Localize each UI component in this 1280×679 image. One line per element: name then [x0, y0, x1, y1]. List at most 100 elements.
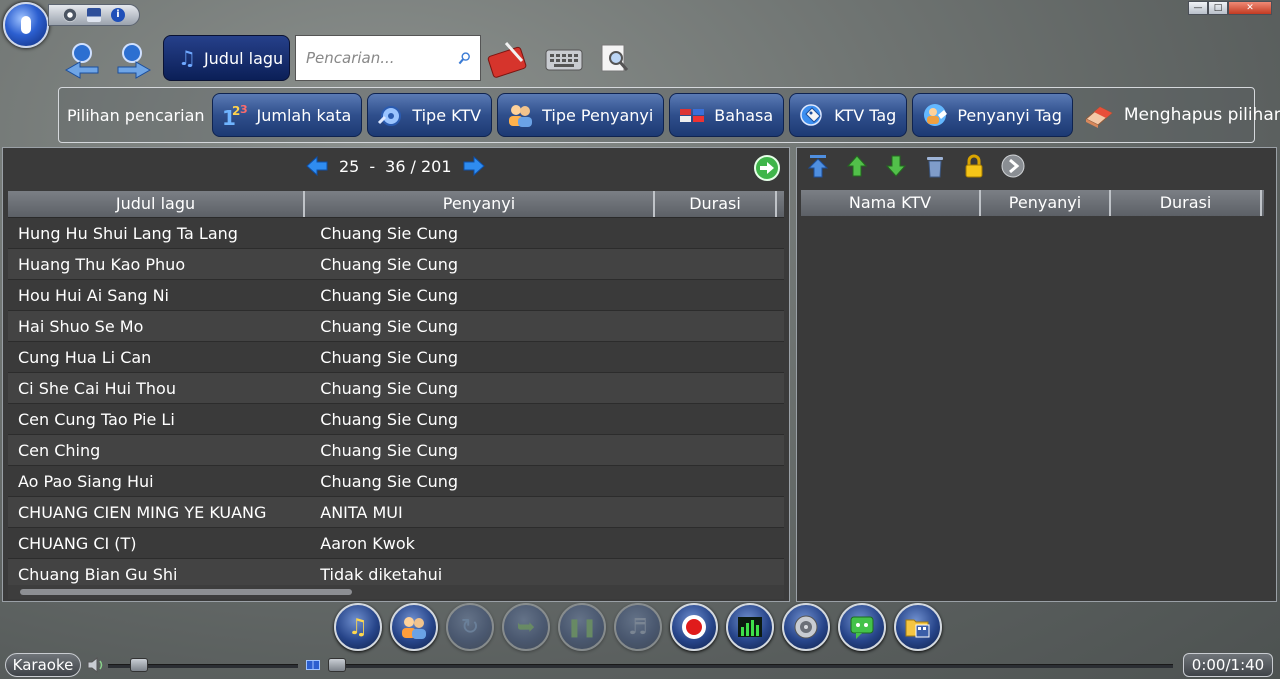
- filter-singer-tag-button[interactable]: Penyanyi Tag: [912, 93, 1073, 137]
- filter-language-button[interactable]: Bahasa: [669, 93, 785, 137]
- search-icon[interactable]: [458, 48, 472, 68]
- info-icon[interactable]: i: [111, 8, 125, 22]
- preview-search-icon[interactable]: [592, 37, 636, 81]
- table-row[interactable]: Hai Shuo Se Mo Chuang Sie Cung: [8, 311, 784, 342]
- clear-selection-button[interactable]: Menghapus pilihan: [1082, 101, 1280, 129]
- number-123-icon: 12 3: [222, 103, 248, 129]
- move-top-icon[interactable]: [806, 153, 830, 179]
- singer-type-icon: [509, 105, 533, 127]
- table-row[interactable]: Ci She Cai Hui Thou Chuang Sie Cung: [8, 373, 784, 404]
- column-duration[interactable]: Durasi: [655, 191, 777, 217]
- replay-button[interactable]: ↻: [446, 603, 494, 651]
- filter-word-count-label: Jumlah kata: [256, 105, 352, 125]
- song-singer: Chuang Sie Cung: [320, 224, 459, 243]
- pause-icon: ❚❚: [566, 616, 598, 638]
- filter-singer-type-button[interactable]: Tipe Penyanyi: [497, 93, 665, 137]
- equalizer-button[interactable]: [726, 603, 774, 651]
- chat-button[interactable]: [838, 603, 886, 651]
- filter-singer-tag-label: Penyanyi Tag: [957, 105, 1062, 125]
- settings-icon[interactable]: [63, 8, 77, 22]
- horizontal-scrollbar[interactable]: [8, 585, 784, 599]
- keyboard-icon[interactable]: [542, 37, 586, 81]
- song-singer: Chuang Sie Cung: [320, 410, 459, 429]
- singers-button[interactable]: [390, 603, 438, 651]
- table-row[interactable]: Huang Thu Kao Phuo Chuang Sie Cung: [8, 249, 784, 280]
- filter-word-count-button[interactable]: 123 Jumlah kata: [211, 93, 363, 137]
- ktv-type-icon: [378, 106, 402, 126]
- song-singer: Chuang Sie Cung: [320, 441, 459, 460]
- forward-search-icon[interactable]: [114, 40, 154, 80]
- move-up-icon[interactable]: [845, 153, 869, 179]
- maximize-button[interactable]: □: [1208, 1, 1228, 15]
- library-button[interactable]: [894, 603, 942, 651]
- column-song-title[interactable]: Judul lagu: [8, 191, 305, 217]
- song-title: Hai Shuo Se Mo: [18, 317, 144, 336]
- table-row[interactable]: Cung Hua Li Can Chuang Sie Cung: [8, 342, 784, 373]
- lock-icon[interactable]: [962, 153, 986, 179]
- seek-slider-thumb[interactable]: [328, 658, 346, 672]
- column-singer[interactable]: Penyanyi: [305, 191, 655, 217]
- search-box: [295, 35, 481, 81]
- volume-icon[interactable]: [86, 656, 106, 678]
- song-duration: [652, 404, 785, 434]
- volume-slider-thumb[interactable]: [130, 658, 148, 672]
- go-icon[interactable]: [754, 155, 780, 185]
- minimize-button[interactable]: —: [1188, 1, 1208, 15]
- playlist-body[interactable]: [801, 216, 1272, 600]
- column-ktv-name[interactable]: Nama KTV: [801, 190, 981, 216]
- search-input[interactable]: [304, 48, 458, 68]
- karaoke-mode-button[interactable]: Karaoke: [5, 653, 81, 677]
- window-controls: — □ ✕: [1188, 1, 1272, 15]
- table-row[interactable]: Cen Cung Tao Pie Li Chuang Sie Cung: [8, 404, 784, 435]
- song-duration: [652, 466, 785, 496]
- handwriting-pad-icon[interactable]: [486, 37, 530, 81]
- scrollbar-thumb[interactable]: [20, 589, 352, 595]
- display-mode-icon[interactable]: [306, 660, 320, 670]
- page-separator: -: [369, 156, 376, 176]
- record-button[interactable]: [670, 603, 718, 651]
- song-singer: Chuang Sie Cung: [320, 286, 459, 305]
- eraser-icon: [1084, 106, 1113, 128]
- playlist-header: Nama KTV Penyanyi Durasi: [801, 190, 1264, 217]
- filter-ktv-type-label: Tipe KTV: [412, 105, 482, 125]
- filter-ktv-type-button[interactable]: Tipe KTV: [367, 93, 493, 137]
- pagination: 25 - 36 / 201: [305, 155, 486, 177]
- save-icon[interactable]: [87, 8, 101, 22]
- column-playlist-duration[interactable]: Durasi: [1111, 190, 1262, 216]
- song-title-button[interactable]: ♫ Judul lagu: [163, 35, 290, 81]
- table-row[interactable]: Cen Ching Chuang Sie Cung: [8, 435, 784, 466]
- vocal-button[interactable]: ♬: [614, 603, 662, 651]
- close-button[interactable]: ✕: [1228, 1, 1272, 15]
- song-singer: Aaron Kwok: [320, 534, 415, 553]
- back-search-icon[interactable]: [62, 40, 102, 80]
- music-notes-icon: ♫: [348, 614, 368, 640]
- page-total: / 201: [410, 156, 452, 176]
- song-duration: [652, 249, 785, 279]
- speaker-button[interactable]: [782, 603, 830, 651]
- filter-ktv-tag-button[interactable]: KTV Tag: [789, 93, 908, 137]
- songs-button[interactable]: ♫: [334, 603, 382, 651]
- move-down-icon[interactable]: [884, 153, 908, 179]
- prev-page-icon[interactable]: [305, 155, 329, 177]
- seek-track[interactable]: [345, 664, 1173, 668]
- table-row[interactable]: Ao Pao Siang Hui Chuang Sie Cung: [8, 466, 784, 497]
- column-playlist-singer[interactable]: Penyanyi: [981, 190, 1111, 216]
- record-icon: [682, 615, 706, 639]
- trash-icon[interactable]: [923, 153, 947, 179]
- table-row[interactable]: CHUANG CIEN MING YE KUANG ANITA MUI: [8, 497, 784, 528]
- pause-button[interactable]: ❚❚: [558, 603, 606, 651]
- song-singer: ANITA MUI: [320, 503, 403, 522]
- table-row[interactable]: Hung Hu Shui Lang Ta Lang Chuang Sie Cung: [8, 218, 784, 249]
- song-title: Huang Thu Kao Phuo: [18, 255, 186, 274]
- song-title: CHUANG CIEN MING YE KUANG: [18, 503, 267, 522]
- table-row[interactable]: CHUANG CI (T) Aaron Kwok: [8, 528, 784, 559]
- song-duration: [652, 528, 785, 558]
- app-orb-button[interactable]: [3, 2, 49, 48]
- next-arrow-icon[interactable]: [1001, 153, 1025, 179]
- forward-button[interactable]: ➥: [502, 603, 550, 651]
- folder-film-icon: [905, 619, 930, 638]
- table-row[interactable]: Hou Hui Ai Sang Ni Chuang Sie Cung: [8, 280, 784, 311]
- replay-icon: ↻: [460, 614, 480, 640]
- next-page-icon[interactable]: [462, 155, 486, 177]
- song-title: Ci She Cai Hui Thou: [18, 379, 176, 398]
